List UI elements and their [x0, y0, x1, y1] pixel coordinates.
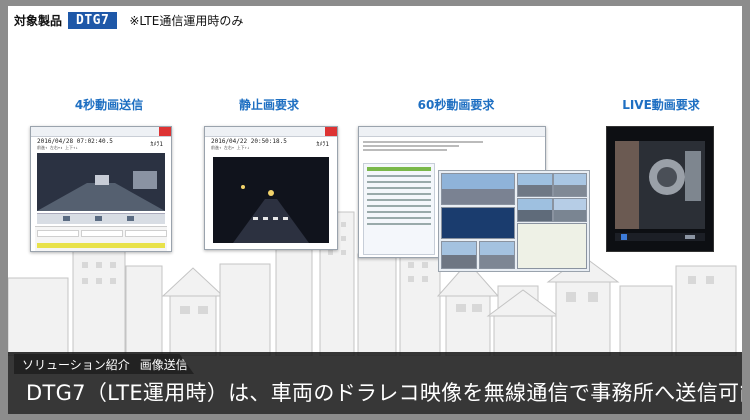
video-frame [37, 153, 165, 211]
vehicle-list[interactable] [363, 163, 435, 255]
thumbnail[interactable] [441, 241, 477, 269]
product-header: 対象製品 DTG7 ※LTE通信運用時のみ [14, 10, 243, 30]
status-tabs [37, 243, 165, 248]
caption-category: ソリューション紹介 画像送信 [14, 354, 194, 374]
timestamp: 2016/04/28 07:02:40.5 [37, 138, 113, 145]
slide-frame: 対象製品 DTG7 ※LTE通信運用時のみ 4秒動画送信 静止画要求 60秒動画… [8, 6, 742, 414]
camera-label: ｶﾒﾗ1 [150, 141, 163, 148]
product-badge: DTG7 [68, 11, 118, 29]
thumbnail[interactable] [517, 173, 553, 197]
live-video-frame [615, 141, 705, 229]
info-bar: 2016/04/28 07:02:40.5 前進↑ 左右↔↕ 上下↑↓ ｶﾒﾗ1 [31, 137, 171, 153]
thumbnail-grid [438, 170, 590, 272]
caption-headline: DTG7（LTE運用時）は、車両のドラレコ映像を無線通信で事務所へ送信可能 [26, 381, 742, 405]
direction-readout: 前進↑ 左右↔ 上下↑↓ [211, 145, 250, 150]
browser-notice [363, 139, 483, 157]
feature-title-still: 静止画要求 [238, 98, 299, 112]
rewind-icon[interactable] [63, 216, 70, 221]
close-icon [325, 127, 337, 136]
bus-interior-image [615, 141, 705, 229]
category-label: ソリューション紹介 [22, 357, 130, 372]
still-frame [213, 157, 329, 243]
window-titlebar [359, 127, 545, 137]
subcategory-label: 画像送信 [139, 357, 188, 372]
screenshot-live-video [606, 126, 714, 252]
player-panel[interactable] [441, 207, 515, 239]
window-titlebar [31, 127, 171, 137]
caption-box: ソリューション紹介 画像送信 DTG7（LTE運用時）は、車両のドラレコ映像を無… [8, 352, 742, 414]
play-icon[interactable] [95, 216, 102, 221]
volume-icon[interactable] [685, 235, 695, 239]
thumbnail[interactable] [479, 241, 515, 269]
forward-icon[interactable] [127, 216, 134, 221]
screenshot-4sec-video: 2016/04/28 07:02:40.5 前進↑ 左右↔↕ 上下↑↓ ｶﾒﾗ1 [30, 126, 172, 252]
window-titlebar [205, 127, 337, 137]
camera-label: ｶﾒﾗ1 [316, 141, 329, 148]
product-label: 対象製品 [14, 13, 63, 28]
playback-controls[interactable] [37, 213, 165, 224]
play-icon[interactable] [621, 234, 627, 240]
direction-readout: 前進↑ 左右↔↕ 上下↑↓ [37, 145, 78, 150]
live-controls[interactable] [615, 233, 705, 241]
telemetry-table [35, 226, 167, 251]
thumbnail[interactable] [441, 173, 515, 205]
thumbnail[interactable] [517, 198, 553, 222]
feature-title-4sec: 4秒動画送信 [74, 98, 144, 112]
thumbnail[interactable] [553, 173, 587, 197]
feature-title-60sec: 60秒動画要求 [417, 98, 495, 112]
close-icon [159, 127, 171, 136]
thumbnail[interactable] [553, 198, 587, 222]
screenshot-still-image: 2016/04/22 20:50:18.5 前進↑ 左右↔ 上下↑↓ ｶﾒﾗ1 [204, 126, 338, 250]
timestamp: 2016/04/22 20:50:18.5 [211, 138, 287, 145]
product-note: ※LTE通信運用時のみ [129, 13, 244, 28]
map-thumbnail[interactable] [517, 223, 587, 269]
night-road-image [213, 157, 329, 243]
road-scene-image [37, 153, 165, 211]
info-bar: 2016/04/22 20:50:18.5 前進↑ 左右↔ 上下↑↓ ｶﾒﾗ1 [205, 137, 337, 153]
feature-title-live: LIVE動画要求 [622, 98, 700, 112]
